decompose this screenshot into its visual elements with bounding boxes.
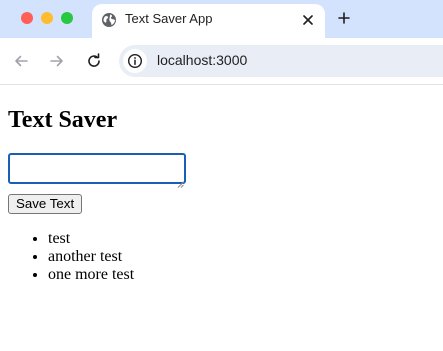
save-text-button[interactable]: Save Text bbox=[8, 194, 83, 214]
window-close-button[interactable] bbox=[21, 12, 33, 24]
text-input[interactable] bbox=[8, 153, 186, 184]
new-tab-plus-icon[interactable] bbox=[335, 9, 353, 27]
saved-text-list: test another test one more test bbox=[0, 230, 134, 284]
page-title: Text Saver bbox=[8, 107, 118, 133]
browser-window: Text Saver App localhost:3000 Text Saver… bbox=[0, 0, 443, 351]
url-text: localhost:3000 bbox=[157, 52, 248, 68]
tab-strip: Text Saver App bbox=[0, 0, 443, 38]
globe-icon bbox=[101, 12, 117, 28]
reload-icon[interactable] bbox=[84, 51, 104, 71]
window-minimize-button[interactable] bbox=[41, 12, 53, 24]
resize-grip-icon[interactable] bbox=[177, 175, 184, 188]
tab-close-icon[interactable] bbox=[299, 11, 317, 29]
list-item: test bbox=[48, 230, 134, 248]
forward-arrow-icon[interactable] bbox=[47, 51, 67, 71]
tab-title: Text Saver App bbox=[125, 11, 213, 26]
list-item: one more test bbox=[48, 266, 134, 284]
browser-toolbar: localhost:3000 bbox=[0, 38, 443, 85]
page-content: Text Saver Save Text test another test o… bbox=[0, 85, 443, 351]
site-info-icon[interactable] bbox=[123, 49, 147, 73]
browser-tab[interactable]: Text Saver App bbox=[92, 4, 325, 38]
back-arrow-icon[interactable] bbox=[11, 51, 31, 71]
list-item: another test bbox=[48, 248, 134, 266]
address-bar[interactable]: localhost:3000 bbox=[119, 45, 443, 77]
window-zoom-button[interactable] bbox=[61, 12, 73, 24]
